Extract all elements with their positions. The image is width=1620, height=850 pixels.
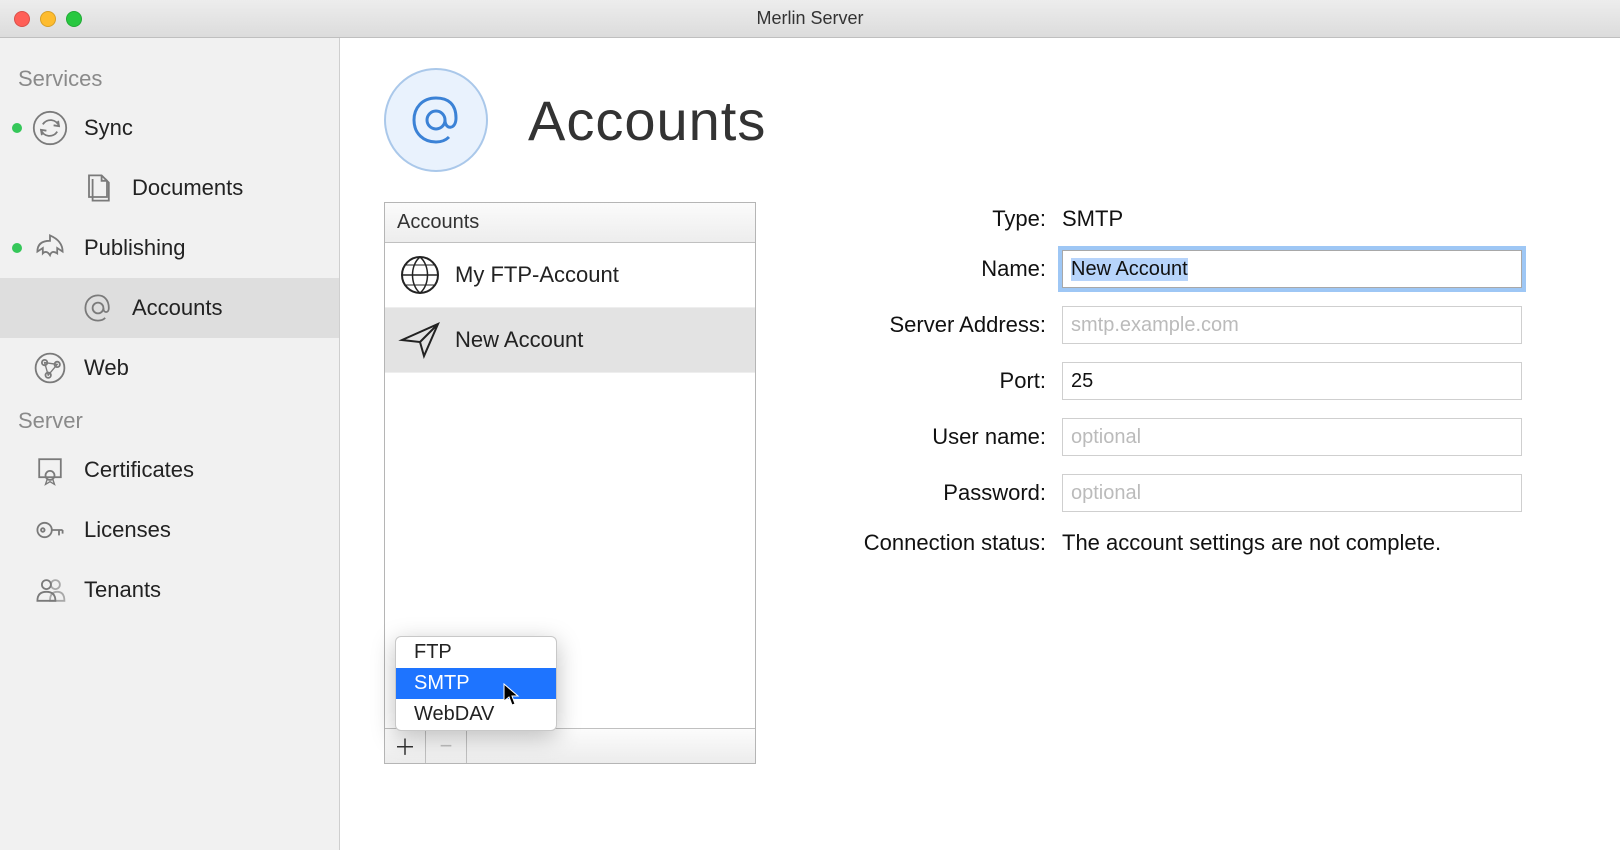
account-row-ftp[interactable]: My FTP-Account <box>385 243 755 308</box>
account-row-new[interactable]: New Account <box>385 308 755 373</box>
status-dot <box>12 123 22 133</box>
sidebar-item-label: Tenants <box>84 577 161 603</box>
window-title: Merlin Server <box>0 8 1620 29</box>
titlebar: Merlin Server <box>0 0 1620 38</box>
certificate-icon <box>30 450 70 490</box>
sidebar-item-documents[interactable]: Documents <box>0 158 339 218</box>
label-server-address: Server Address: <box>816 312 1046 338</box>
sidebar-item-label: Accounts <box>132 295 223 321</box>
sidebar-item-sync[interactable]: Sync <box>0 98 339 158</box>
key-icon <box>30 510 70 550</box>
sidebar-item-accounts[interactable]: Accounts <box>0 278 339 338</box>
sidebar-item-tenants[interactable]: Tenants <box>0 560 339 620</box>
paperplane-icon <box>395 315 445 365</box>
sidebar: Services Sync Documents Publishing <box>0 38 340 850</box>
minus-icon: − <box>440 733 453 759</box>
sync-icon <box>30 108 70 148</box>
publishing-icon <box>30 228 70 268</box>
menu-item-smtp[interactable]: SMTP <box>396 668 556 699</box>
main-content: Accounts Accounts My FTP-Account <box>340 38 1620 850</box>
password-field[interactable] <box>1062 474 1522 512</box>
port-field[interactable] <box>1062 362 1522 400</box>
sidebar-item-certificates[interactable]: Certificates <box>0 440 339 500</box>
sidebar-group-services: Services <box>0 56 339 98</box>
page-title: Accounts <box>528 88 766 153</box>
username-field[interactable] <box>1062 418 1522 456</box>
label-port: Port: <box>816 368 1046 394</box>
sidebar-item-label: Licenses <box>84 517 171 543</box>
remove-account-button[interactable]: − <box>426 729 467 763</box>
documents-icon <box>78 168 118 208</box>
menu-item-ftp[interactable]: FTP <box>396 637 556 668</box>
page-icon-at <box>384 68 488 172</box>
sidebar-group-server: Server <box>0 398 339 440</box>
accounts-panel: Accounts My FTP-Account New Account <box>384 202 756 764</box>
accounts-panel-header: Accounts <box>385 203 755 243</box>
sidebar-item-label: Web <box>84 355 129 381</box>
add-account-button[interactable]: ＋ <box>385 729 426 763</box>
globe-icon <box>395 250 445 300</box>
sidebar-item-label: Documents <box>132 175 243 201</box>
cursor-icon <box>503 683 521 707</box>
status-dot <box>12 243 22 253</box>
sidebar-item-label: Certificates <box>84 457 194 483</box>
sidebar-item-publishing[interactable]: Publishing <box>0 218 339 278</box>
name-field[interactable] <box>1062 250 1522 288</box>
label-type: Type: <box>816 206 1046 232</box>
sidebar-item-web[interactable]: Web <box>0 338 339 398</box>
label-connection-status: Connection status: <box>816 530 1046 556</box>
account-row-label: My FTP-Account <box>455 262 619 288</box>
plus-icon: ＋ <box>394 730 416 762</box>
sidebar-item-licenses[interactable]: Licenses <box>0 500 339 560</box>
label-user: User name: <box>816 424 1046 450</box>
account-row-label: New Account <box>455 327 583 353</box>
web-icon <box>30 348 70 388</box>
tenants-icon <box>30 570 70 610</box>
sidebar-item-label: Publishing <box>84 235 186 261</box>
server-address-field[interactable] <box>1062 306 1522 344</box>
label-name: Name: <box>816 256 1046 282</box>
account-form: Type: SMTP Name: Server Address: Port: U… <box>816 202 1576 574</box>
at-icon <box>78 288 118 328</box>
menu-item-webdav[interactable]: WebDAV <box>396 699 556 730</box>
add-account-menu: FTP SMTP WebDAV <box>395 636 557 731</box>
value-connection-status: The account settings are not complete. <box>1062 530 1576 556</box>
sidebar-item-label: Sync <box>84 115 133 141</box>
label-password: Password: <box>816 480 1046 506</box>
value-type: SMTP <box>1062 206 1576 232</box>
